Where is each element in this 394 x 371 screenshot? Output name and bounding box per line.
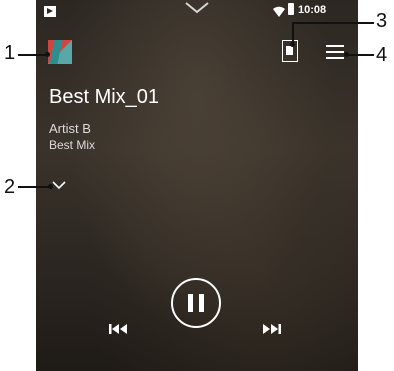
callout-dot-4 [344, 52, 349, 57]
pulldown-chevron-icon[interactable] [182, 0, 212, 18]
status-time: 10:08 [298, 4, 327, 16]
callout-line-3 [294, 22, 374, 24]
pause-button[interactable] [171, 278, 221, 328]
callout-1: 1 [4, 42, 16, 64]
song-title: Best Mix_01 [49, 86, 160, 108]
battery-icon [288, 3, 294, 15]
callout-dot-1 [45, 52, 50, 57]
wifi-icon [273, 6, 285, 17]
callout-line-4 [346, 54, 374, 56]
album-art-icon[interactable] [48, 40, 72, 64]
callout-line-1 [18, 54, 48, 56]
skip-previous-icon[interactable] [108, 322, 130, 336]
player-screen: 10:08 Best Mix_01 Artist B Best Mix [36, 0, 358, 371]
callout-4: 4 [376, 44, 388, 66]
menu-icon[interactable] [326, 45, 344, 59]
callout-line-2 [18, 186, 52, 188]
artist-name: Artist B [49, 121, 91, 136]
expand-chevron-icon[interactable] [52, 180, 66, 190]
callout-3: 3 [376, 10, 388, 32]
callout-dot-2 [48, 184, 53, 189]
album-name: Best Mix [49, 138, 96, 152]
skip-next-icon[interactable] [260, 322, 282, 336]
callout-2: 2 [4, 176, 16, 198]
pause-icon [188, 294, 193, 312]
play-status-icon [44, 6, 56, 17]
status-bar: 10:08 [36, 0, 358, 22]
callout-dot-3 [290, 42, 295, 47]
callout-line-3b [292, 22, 294, 44]
